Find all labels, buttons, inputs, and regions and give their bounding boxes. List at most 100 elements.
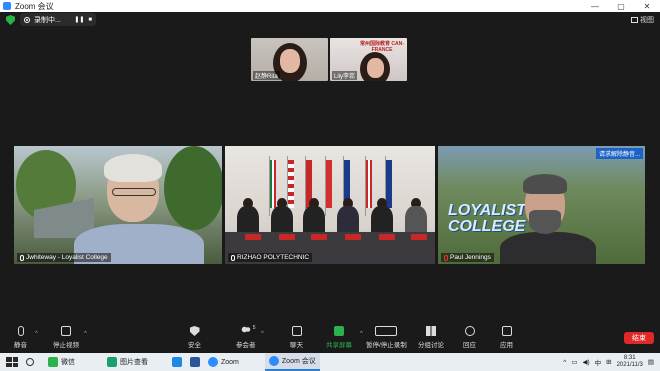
participant-hair (104, 154, 162, 182)
taskbar-item-label: Zoom 会议 (281, 358, 316, 365)
zoom-icon (208, 357, 218, 367)
wechat-icon (48, 357, 58, 367)
tile-name-label: RIZHAO POLYTECHNIC (228, 253, 313, 262)
reactions-icon (464, 326, 475, 336)
clock-date: 2021/11/3 (616, 362, 643, 368)
ime-mode-icon[interactable]: ⊞ (606, 358, 611, 366)
record-label: 暂停/停止录制 (366, 342, 407, 349)
security-button[interactable]: 安全 (188, 326, 201, 349)
video-tile[interactable]: Jwhiteway - Loyalist College (14, 146, 222, 264)
view-button[interactable]: 视图 (631, 15, 654, 25)
nameplate (245, 234, 261, 240)
flag (386, 160, 392, 208)
taskbar-item-wechat[interactable]: 微信 (44, 353, 79, 371)
taskbar-item-label: 图片查看 (120, 359, 148, 366)
pause-recording-icon[interactable]: ❚❚ (74, 16, 84, 23)
taskbar-item-label: Zoom (221, 358, 239, 366)
breakout-label: 分组讨论 (418, 342, 444, 349)
tile-name-label: Jwhiteway - Loyalist College (17, 253, 111, 262)
participant-face (280, 49, 300, 73)
security-label: 安全 (188, 342, 201, 349)
participant-body (500, 232, 596, 264)
grid-view-icon (631, 17, 638, 23)
taskbar-item-photo-viewer[interactable]: 图片查看 (103, 353, 152, 371)
ime-indicator[interactable]: 中 (595, 357, 602, 367)
maximize-button[interactable]: ▢ (608, 2, 634, 11)
tray-up-chevron-icon[interactable]: ^ (563, 359, 566, 366)
share-options-chevron-icon[interactable]: ^ (360, 331, 363, 337)
nameplate (345, 234, 361, 240)
notifications-icon[interactable]: ▤ (648, 358, 654, 366)
participant-beard (529, 210, 561, 234)
participants-button[interactable]: 5 参会者 (236, 325, 256, 349)
mute-button[interactable]: 静音 (14, 326, 27, 349)
app-icon (172, 357, 182, 367)
share-screen-button[interactable]: 共享屏幕 (326, 326, 352, 349)
taskbar-item-word[interactable] (186, 353, 204, 371)
windows-start-icon[interactable] (6, 357, 18, 367)
chat-button[interactable]: 聊天 (290, 326, 303, 349)
mute-options-chevron-icon[interactable]: ^ (35, 331, 38, 337)
share-screen-icon (334, 326, 344, 336)
video-thumbnail[interactable]: 赵静Rita (251, 38, 328, 81)
participants-count: 5 (252, 325, 256, 331)
record-icon (24, 16, 30, 23)
share-screen-label: 共享屏幕 (326, 342, 352, 349)
video-options-chevron-icon[interactable]: ^ (84, 331, 87, 337)
zoom-meeting-icon (268, 356, 279, 366)
taskbar-item-zoom[interactable]: Zoom (204, 353, 243, 371)
windows-taskbar: 微信 图片查看 Zoom Zoom 会议 ^ ▭ ◀) 中 ⊞ 8:31 202… (0, 353, 660, 371)
video-thumbnail[interactable]: 常州国际教育 CAN-FRANCE Lily李蕊 (330, 38, 407, 81)
minimize-button[interactable]: — (582, 2, 608, 11)
nameplate (311, 234, 327, 240)
reactions-button[interactable]: 回应 (463, 326, 476, 349)
flag (326, 160, 332, 208)
stop-video-button[interactable]: 停止视频 (53, 326, 79, 349)
taskbar-item-zoom-meeting[interactable]: Zoom 会议 (264, 353, 320, 371)
glasses (112, 188, 156, 196)
pause-stop-record-icon (375, 326, 398, 336)
photo-viewer-icon (107, 357, 117, 367)
apps-label: 应用 (500, 342, 513, 349)
clock[interactable]: 8:31 2021/11/3 (617, 355, 643, 369)
network-icon[interactable]: ▭ (571, 358, 577, 366)
flag (366, 160, 372, 208)
stop-recording-icon[interactable]: ■ (88, 17, 92, 23)
reactions-label: 回应 (463, 342, 476, 349)
mic-status-icon (20, 254, 24, 261)
meeting-top-row: 录制中... ❚❚ ■ 视图 (0, 12, 660, 27)
encryption-shield-icon[interactable] (6, 15, 15, 25)
recording-label: 录制中... (34, 16, 61, 24)
apps-icon (501, 326, 512, 336)
volume-icon[interactable]: ◀) (582, 358, 589, 366)
system-tray: ^ ▭ ◀) 中 ⊞ 8:31 2021/11/3 ▤ (563, 355, 660, 369)
video-tile[interactable]: LOYALIST COLLEGE 请求解除静音... Paul Jennings (438, 146, 645, 264)
shield-icon (189, 326, 200, 336)
participants-icon: 5 (240, 325, 256, 336)
virtual-background-text: LOYALIST COLLEGE (448, 202, 526, 235)
close-button[interactable]: ✕ (634, 2, 660, 11)
record-button[interactable]: 暂停/停止录制 (366, 326, 407, 349)
mic-muted-icon (444, 254, 448, 261)
participants-options-chevron-icon[interactable]: ^ (261, 331, 264, 337)
apps-button[interactable]: 应用 (500, 326, 513, 349)
search-icon[interactable] (26, 358, 34, 366)
camera-icon (61, 326, 71, 336)
unmute-request-badge[interactable]: 请求解除静音... (595, 148, 643, 159)
clock-time: 8:31 (623, 355, 636, 361)
zoom-app-icon (3, 2, 11, 10)
participants-label: 参会者 (236, 342, 256, 349)
chat-label: 聊天 (290, 342, 303, 349)
participant-name: Lily李蕊 (332, 71, 358, 80)
video-tile[interactable]: RIZHAO POLYTECHNIC (225, 146, 435, 264)
breakout-rooms-button[interactable]: 分组讨论 (418, 326, 444, 349)
chat-icon (291, 326, 302, 336)
flag (270, 160, 276, 208)
window-titlebar: Zoom 会议 — ▢ ✕ (0, 0, 660, 12)
word-icon (190, 357, 200, 367)
taskbar-item-app[interactable] (168, 353, 186, 371)
tree (164, 146, 222, 230)
banner-sign: 常州国际教育 CAN-FRANCE (360, 41, 404, 53)
tile-name-label: Paul Jennings (441, 253, 494, 262)
end-meeting-button[interactable]: 结束 (624, 332, 654, 344)
